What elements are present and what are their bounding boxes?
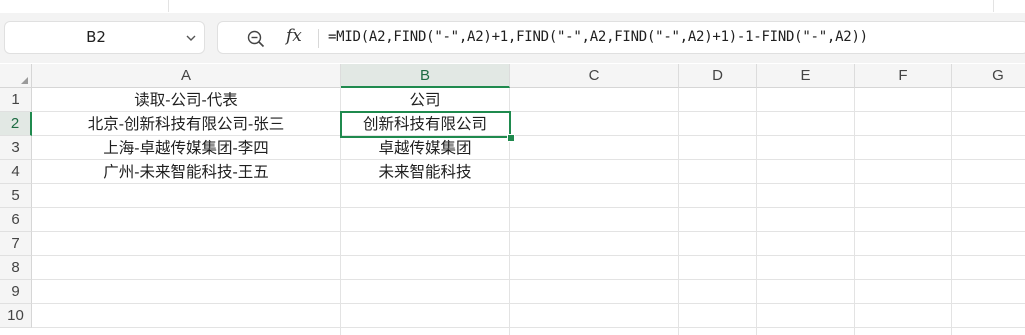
column-header-b[interactable]: B bbox=[341, 64, 510, 88]
cell-b4[interactable]: 未来智能科技 bbox=[341, 160, 509, 184]
cell-a4[interactable]: 广州-未来智能科技-王五 bbox=[32, 160, 340, 184]
cell-b3[interactable]: 卓越传媒集团 bbox=[341, 136, 509, 160]
gridline bbox=[32, 207, 1025, 208]
column-header-c[interactable]: C bbox=[510, 64, 679, 88]
gridline bbox=[32, 255, 1025, 256]
column-header-a[interactable]: A bbox=[32, 64, 341, 88]
row-header-1[interactable]: 1 bbox=[0, 88, 32, 112]
row-header-8[interactable]: 8 bbox=[0, 256, 32, 280]
row-header-3[interactable]: 3 bbox=[0, 136, 32, 160]
cell-a3[interactable]: 上海-卓越传媒集团-李四 bbox=[32, 136, 340, 160]
gridline bbox=[951, 88, 952, 335]
ribbon-divider bbox=[168, 0, 169, 12]
spreadsheet-grid[interactable]: A B C D E F G 1 2 3 4 5 6 7 8 9 10 读取-公司… bbox=[0, 64, 1025, 335]
active-cell-border[interactable] bbox=[340, 111, 511, 138]
cell-a2[interactable]: 北京-创新科技有限公司-张三 bbox=[32, 112, 340, 136]
select-all-corner[interactable] bbox=[0, 64, 32, 88]
fill-handle[interactable] bbox=[507, 134, 515, 142]
zoom-out-icon[interactable] bbox=[247, 30, 265, 48]
formula-bar-area: B2 fx =MID(A2,FIND("-",A2)+1,FIND("-",A2… bbox=[0, 13, 1025, 63]
row-header-9[interactable]: 9 bbox=[0, 280, 32, 304]
function-icon[interactable]: fx bbox=[286, 26, 302, 46]
row-header-4[interactable]: 4 bbox=[0, 160, 32, 184]
name-box[interactable]: B2 bbox=[4, 21, 205, 54]
gridline bbox=[32, 279, 1025, 280]
ribbon-divider bbox=[993, 0, 994, 12]
row-header-6[interactable]: 6 bbox=[0, 208, 32, 232]
gridline bbox=[32, 231, 1025, 232]
cell-b1[interactable]: 公司 bbox=[341, 88, 509, 112]
cell-a1[interactable]: 读取-公司-代表 bbox=[32, 88, 340, 112]
gridline bbox=[756, 88, 757, 335]
select-all-icon bbox=[21, 77, 28, 84]
column-header-f[interactable]: F bbox=[855, 64, 952, 88]
column-header-d[interactable]: D bbox=[679, 64, 757, 88]
row-header-2[interactable]: 2 bbox=[0, 112, 32, 136]
gridline bbox=[854, 88, 855, 335]
column-header-e[interactable]: E bbox=[757, 64, 855, 88]
formula-bar-divider bbox=[318, 29, 319, 48]
row-header-10[interactable]: 10 bbox=[0, 304, 32, 328]
column-header-g[interactable]: G bbox=[952, 64, 1025, 88]
gridline bbox=[678, 88, 679, 335]
row-header-7[interactable]: 7 bbox=[0, 232, 32, 256]
formula-input[interactable]: =MID(A2,FIND("-",A2)+1,FIND("-",A2,FIND(… bbox=[328, 22, 868, 53]
formula-bar[interactable]: fx =MID(A2,FIND("-",A2)+1,FIND("-",A2,FI… bbox=[217, 21, 1025, 54]
name-box-value[interactable]: B2 bbox=[5, 22, 187, 53]
chevron-down-icon[interactable] bbox=[185, 32, 197, 44]
row-header-5[interactable]: 5 bbox=[0, 184, 32, 208]
gridline bbox=[32, 327, 1025, 328]
gridline bbox=[32, 303, 1025, 304]
ribbon-edge bbox=[0, 0, 1025, 14]
